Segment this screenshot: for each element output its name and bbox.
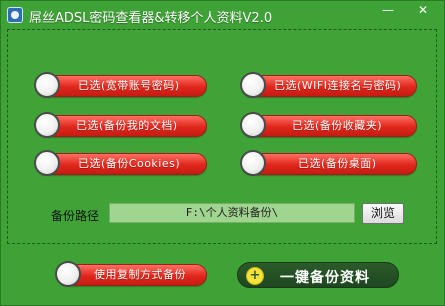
toggle-label: 已选(备份桌面): [298, 157, 377, 170]
toggle-knob[interactable]: [240, 150, 266, 176]
toggle-knob[interactable]: [240, 112, 266, 138]
window-title: 屌丝ADSL密码查看器&转移个人资料V2.0: [29, 11, 273, 26]
browse-button[interactable]: 浏览: [362, 203, 404, 224]
toggle-copy-mode[interactable]: 使用复制方式备份: [55, 261, 207, 287]
one-click-backup-button[interactable]: + 一键备份资料: [237, 262, 399, 288]
toggle-knob[interactable]: [34, 150, 60, 176]
toggle-favorites[interactable]: 已选(备份收藏夹): [240, 112, 417, 138]
toggle-wifi-credentials[interactable]: 已选(WIFI连接名与密码): [240, 72, 417, 98]
toggle-knob[interactable]: [34, 112, 60, 138]
close-button[interactable]: ✕: [409, 3, 437, 17]
toggle-label: 已选(备份收藏夹): [292, 119, 383, 132]
toggle-knob[interactable]: [240, 72, 266, 98]
backup-button-label: 一键备份资料: [280, 270, 370, 286]
title-bar: 屌丝ADSL密码查看器&转移个人资料V2.0 — ✕: [1, 1, 444, 31]
toggle-label: 已选(备份Cookies): [78, 157, 181, 170]
minimize-button[interactable]: —: [381, 3, 395, 17]
toggle-knob[interactable]: [55, 261, 81, 287]
toggle-label: 已选(备份我的文档): [76, 119, 178, 132]
toggle-my-documents[interactable]: 已选(备份我的文档): [34, 112, 207, 138]
backup-path-label: 备份路径: [51, 209, 100, 223]
toggle-desktop[interactable]: 已选(备份桌面): [240, 150, 417, 176]
toggle-knob[interactable]: [34, 72, 60, 98]
app-window: 屌丝ADSL密码查看器&转移个人资料V2.0 — ✕ 已选(宽带账号密码) 已选…: [0, 0, 445, 306]
app-icon: [7, 7, 23, 23]
toggle-label: 使用复制方式备份: [94, 268, 186, 281]
toggle-label: 已选(宽带账号密码): [78, 79, 180, 92]
toggle-label: 已选(WIFI连接名与密码): [274, 79, 402, 92]
toggle-cookies[interactable]: 已选(备份Cookies): [34, 150, 207, 176]
backup-path-field[interactable]: F:\个人资料备份\: [109, 203, 355, 223]
plus-icon: +: [246, 267, 264, 285]
toggle-broadband-account[interactable]: 已选(宽带账号密码): [34, 72, 207, 98]
